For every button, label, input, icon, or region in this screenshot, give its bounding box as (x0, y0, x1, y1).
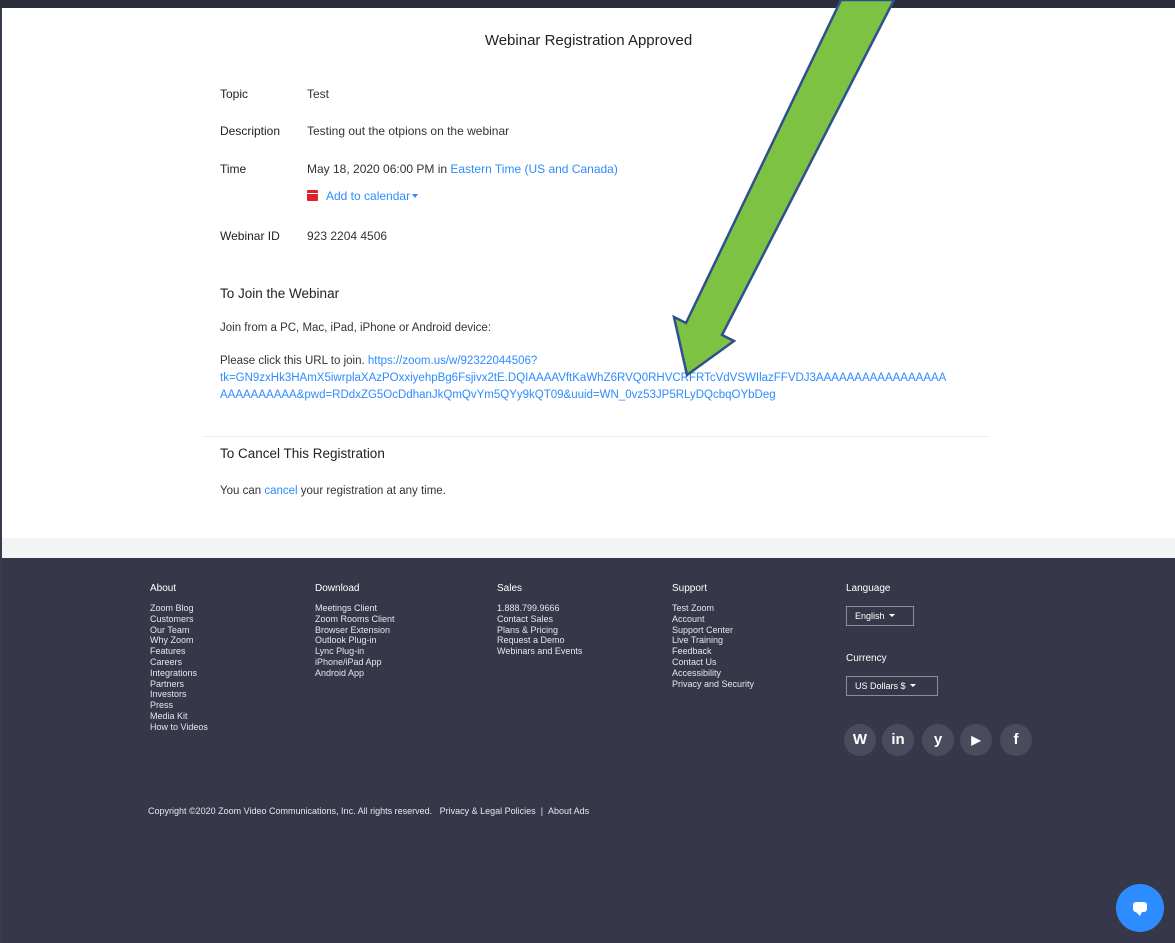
footer-link[interactable]: Request a Demo (497, 635, 582, 646)
footer-link[interactable]: Customers (150, 614, 208, 625)
chevron-down-icon (412, 194, 419, 198)
footer-link[interactable]: Plans & Pricing (497, 625, 582, 636)
youtube-icon[interactable]: ▶ (960, 724, 992, 756)
footer-link[interactable]: Media Kit (150, 711, 208, 722)
copyright-text: Copyright ©2020 Zoom Video Communication… (148, 806, 433, 816)
topic-label: Topic (220, 87, 249, 101)
footer-link[interactable]: Contact Sales (497, 614, 582, 625)
footer-link[interactable]: 1.888.799.9666 (497, 603, 582, 614)
join-url-prompt: Please click this URL to join. (220, 355, 368, 367)
join-url-block: Please click this URL to join. https://z… (220, 353, 1000, 404)
calendar-icon (307, 190, 318, 201)
facebook-icon[interactable]: f (1000, 724, 1032, 756)
time-value: May 18, 2020 06:00 PM in (307, 162, 451, 176)
footer-link[interactable]: Integrations (150, 668, 208, 679)
cancel-link[interactable]: cancel (264, 485, 297, 497)
webinar-id-value: 923 2204 4506 (307, 229, 388, 243)
divider (204, 436, 989, 437)
footer-link[interactable]: Webinars and Events (497, 646, 582, 657)
footer-link[interactable]: Accessibility (672, 668, 754, 679)
footer-link[interactable]: Lync Plug-in (315, 646, 395, 657)
footer-link[interactable]: Our Team (150, 625, 208, 636)
footer-sales-heading: Sales (497, 583, 523, 594)
chat-bubble-icon (1133, 902, 1147, 916)
footer-link[interactable]: Test Zoom (672, 603, 754, 614)
footer-link[interactable]: Support Center (672, 625, 754, 636)
join-device-text: Join from a PC, Mac, iPad, iPhone or And… (220, 322, 492, 334)
currency-selected: US Dollars $ (855, 681, 906, 691)
section-gap (2, 538, 1175, 558)
add-to-calendar-button[interactable]: Add to calendar (307, 189, 419, 203)
topic-value: Test (307, 87, 330, 101)
join-url-link-end[interactable]: AAAAAAAAAA&pwd=RDdxZG5OcDdhanJkQmQvYm5QY… (220, 389, 776, 401)
footer-link[interactable]: How to Videos (150, 722, 208, 733)
footer-about: About Zoom Blog Customers Our Team Why Z… (150, 583, 208, 733)
timezone-link[interactable]: Eastern Time (US and Canada) (450, 162, 617, 176)
webinar-id-label: Webinar ID (220, 229, 280, 243)
privacy-link[interactable]: Privacy & Legal Policies (440, 806, 536, 816)
footer-link[interactable]: Contact Us (672, 657, 754, 668)
footer-link[interactable]: Why Zoom (150, 635, 208, 646)
footer-sales: Sales 1.888.799.9666 Contact Sales Plans… (497, 583, 582, 657)
footer-link[interactable]: Meetings Client (315, 603, 395, 614)
wordpress-icon[interactable]: W (844, 724, 876, 756)
footer-link[interactable]: Privacy and Security (672, 679, 754, 690)
cancel-text: You can cancel your registration at any … (220, 485, 446, 497)
time-label: Time (220, 162, 247, 176)
footer-support-heading: Support (672, 583, 708, 594)
cancel-text-before: You can (220, 485, 265, 497)
footer-support: Support Test Zoom Account Support Center… (672, 583, 754, 689)
registration-panel: Webinar Registration Approved Topic Test… (2, 8, 1175, 538)
footer-link[interactable]: Feedback (672, 646, 754, 657)
footer-link[interactable]: Zoom Blog (150, 603, 208, 614)
join-heading: To Join the Webinar (220, 286, 340, 301)
cancel-heading: To Cancel This Registration (220, 446, 385, 461)
add-to-calendar-label: Add to calendar (326, 189, 411, 203)
join-url-link[interactable]: https://zoom.us/w/92322044506? (368, 355, 537, 367)
footer-link[interactable]: Features (150, 646, 208, 657)
footer-language: Language (846, 583, 891, 603)
footer-link[interactable]: Account (672, 614, 754, 625)
chevron-down-icon (909, 684, 916, 687)
top-bar (0, 0, 1175, 8)
about-ads-link[interactable]: About Ads (548, 806, 589, 816)
page-title: Webinar Registration Approved (484, 32, 693, 49)
description-value: Testing out the otpions on the webinar (307, 124, 510, 138)
time-row: May 18, 2020 06:00 PM in Eastern Time (U… (307, 162, 618, 176)
footer: About Zoom Blog Customers Our Team Why Z… (2, 558, 1175, 943)
footer-link[interactable]: Press (150, 700, 208, 711)
language-selected: English (855, 611, 885, 621)
currency-heading: Currency (846, 653, 887, 664)
footer-download-heading: Download (315, 583, 360, 594)
linkedin-icon[interactable]: in (882, 724, 914, 756)
footer-download: Download Meetings Client Zoom Rooms Clie… (315, 583, 395, 679)
footer-link[interactable]: Partners (150, 679, 208, 690)
footer-link[interactable]: Zoom Rooms Client (315, 614, 395, 625)
footer-about-heading: About (150, 583, 177, 594)
footer-link[interactable]: Live Training (672, 635, 754, 646)
separator: | (540, 806, 544, 816)
footer-link[interactable]: Careers (150, 657, 208, 668)
footer-link[interactable]: Android App (315, 668, 395, 679)
language-select[interactable]: English (846, 606, 914, 626)
copyright-line: Copyright ©2020 Zoom Video Communication… (148, 806, 589, 816)
language-heading: Language (846, 583, 891, 594)
chevron-down-icon (888, 614, 895, 617)
footer-link[interactable]: Investors (150, 689, 208, 700)
footer-link[interactable]: Browser Extension (315, 625, 395, 636)
twitter-icon[interactable]: y (922, 724, 954, 756)
footer-link[interactable]: iPhone/iPad App (315, 657, 395, 668)
chat-button[interactable] (1116, 884, 1164, 932)
currency-select[interactable]: US Dollars $ (846, 676, 938, 696)
footer-link[interactable]: Outlook Plug-in (315, 635, 395, 646)
cancel-text-after: your registration at any time. (297, 485, 446, 497)
footer-currency: Currency (846, 653, 887, 673)
join-url-link-cont[interactable]: tk=GN9zxHk3HAmX5iwrplaXAzPOxxiyehpBg6Fsj… (220, 372, 946, 384)
description-label: Description (220, 124, 281, 138)
